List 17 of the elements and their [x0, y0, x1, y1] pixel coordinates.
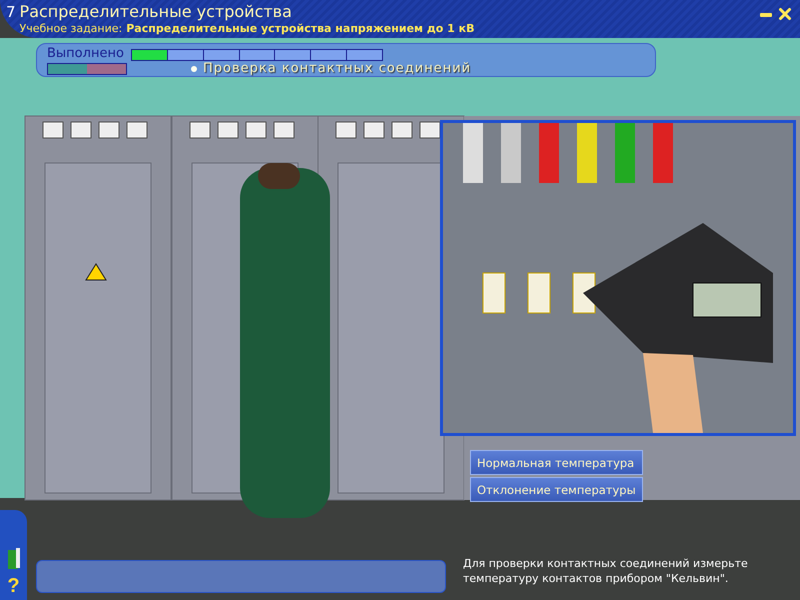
task-label: Учебное задание: [20, 22, 122, 36]
legend-swatch [48, 64, 87, 74]
help-button[interactable]: ? [7, 576, 20, 596]
current-step: Проверка контактных соединений [191, 61, 645, 76]
window-title: Распределительные устройства [20, 2, 293, 22]
hint-text: Для проверки контактных соединений измерьте температуру контактов прибором "Кельвин". [463, 556, 749, 586]
answer-button[interactable]: Нормальная температура [470, 450, 643, 475]
close-button[interactable] [776, 5, 794, 23]
answer-button[interactable]: Отклонение температуры [470, 477, 643, 502]
input-field[interactable] [36, 560, 446, 593]
close-icon [776, 5, 794, 23]
legend-swatch [87, 64, 126, 74]
book-icon[interactable] [6, 548, 20, 570]
task-title: Распределительные устройства напряжением до 1 кВ [126, 22, 474, 36]
progress-label: Выполнено [47, 46, 125, 61]
minimize-icon [760, 13, 772, 17]
lesson-number: 7 [6, 2, 16, 22]
